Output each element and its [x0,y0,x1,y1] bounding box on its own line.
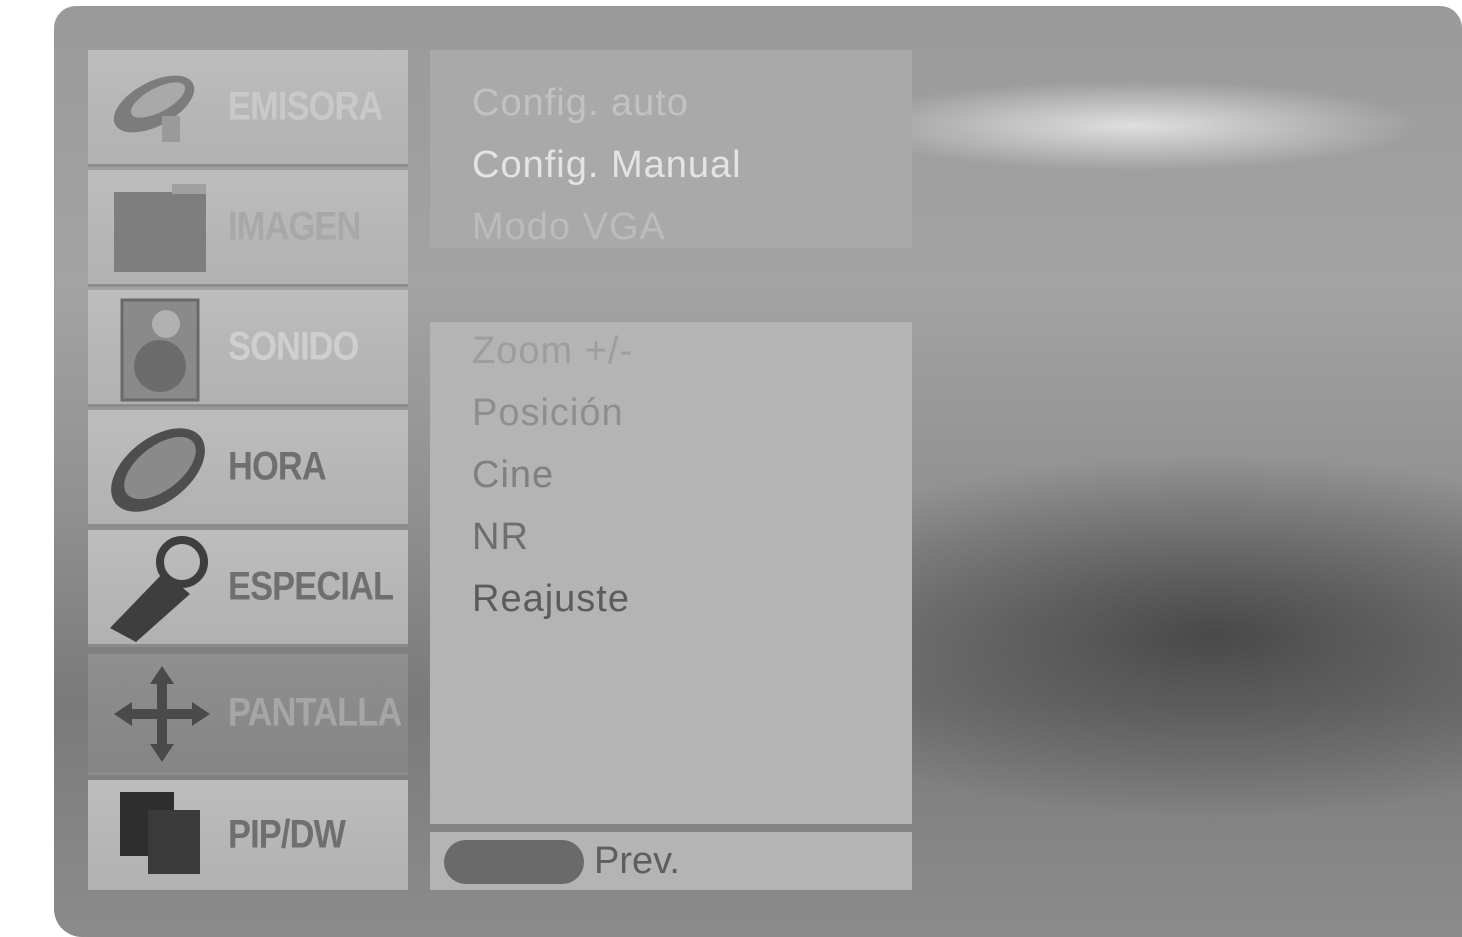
menu-item-especial[interactable]: ESPECIAL [88,530,408,647]
menu-label-pantalla: PANTALLA [228,690,402,735]
pip-icon [120,792,200,874]
option-nr[interactable]: NR [472,516,529,559]
menu-item-pipdw[interactable]: PIP/DW [88,780,408,890]
tag-icon [110,536,208,642]
menu-item-hora[interactable]: HORA [88,410,408,527]
prev-label: Prev. [594,840,680,882]
menu-label-pipdw: PIP/DW [228,812,346,857]
clock-icon [111,428,205,512]
option-posicion[interactable]: Posición [472,392,624,435]
option-config-manual[interactable]: Config. Manual [472,144,742,187]
menu-label-imagen: IMAGEN [228,204,361,249]
option-zoom[interactable]: Zoom +/- [472,330,633,373]
option-reajuste[interactable]: Reajuste [472,578,630,621]
option-cine[interactable]: Cine [472,454,554,497]
menu-item-pantalla[interactable]: PANTALLA [88,654,408,775]
footer-bar: Prev. [430,832,912,890]
option-config-auto[interactable]: Config. auto [472,82,689,125]
menu-label-hora: HORA [228,444,327,489]
move-arrows-icon [114,666,210,762]
prev-button[interactable] [444,840,584,884]
speaker-icon [120,298,200,402]
menu-item-imagen[interactable]: IMAGEN [88,170,408,287]
menu-label-sonido: SONIDO [228,324,359,369]
antenna-icon [113,75,195,142]
pantalla-options-panel: Zoom +/- Posición Cine NR Reajuste [430,322,912,824]
menu-item-sonido[interactable]: SONIDO [88,290,408,407]
menu-label-emisora: EMISORA [228,84,383,129]
menu-item-emisora[interactable]: EMISORA [88,50,408,167]
tv-screen: EMISORA IMAGEN SONIDO HORA ESPECIAL PANT… [54,6,1462,937]
option-modo-vga[interactable]: Modo VGA [472,206,666,249]
top-options-panel: Config. auto Config. Manual Modo VGA [430,50,912,248]
picture-icon [114,184,206,272]
menu-label-especial: ESPECIAL [228,564,394,609]
